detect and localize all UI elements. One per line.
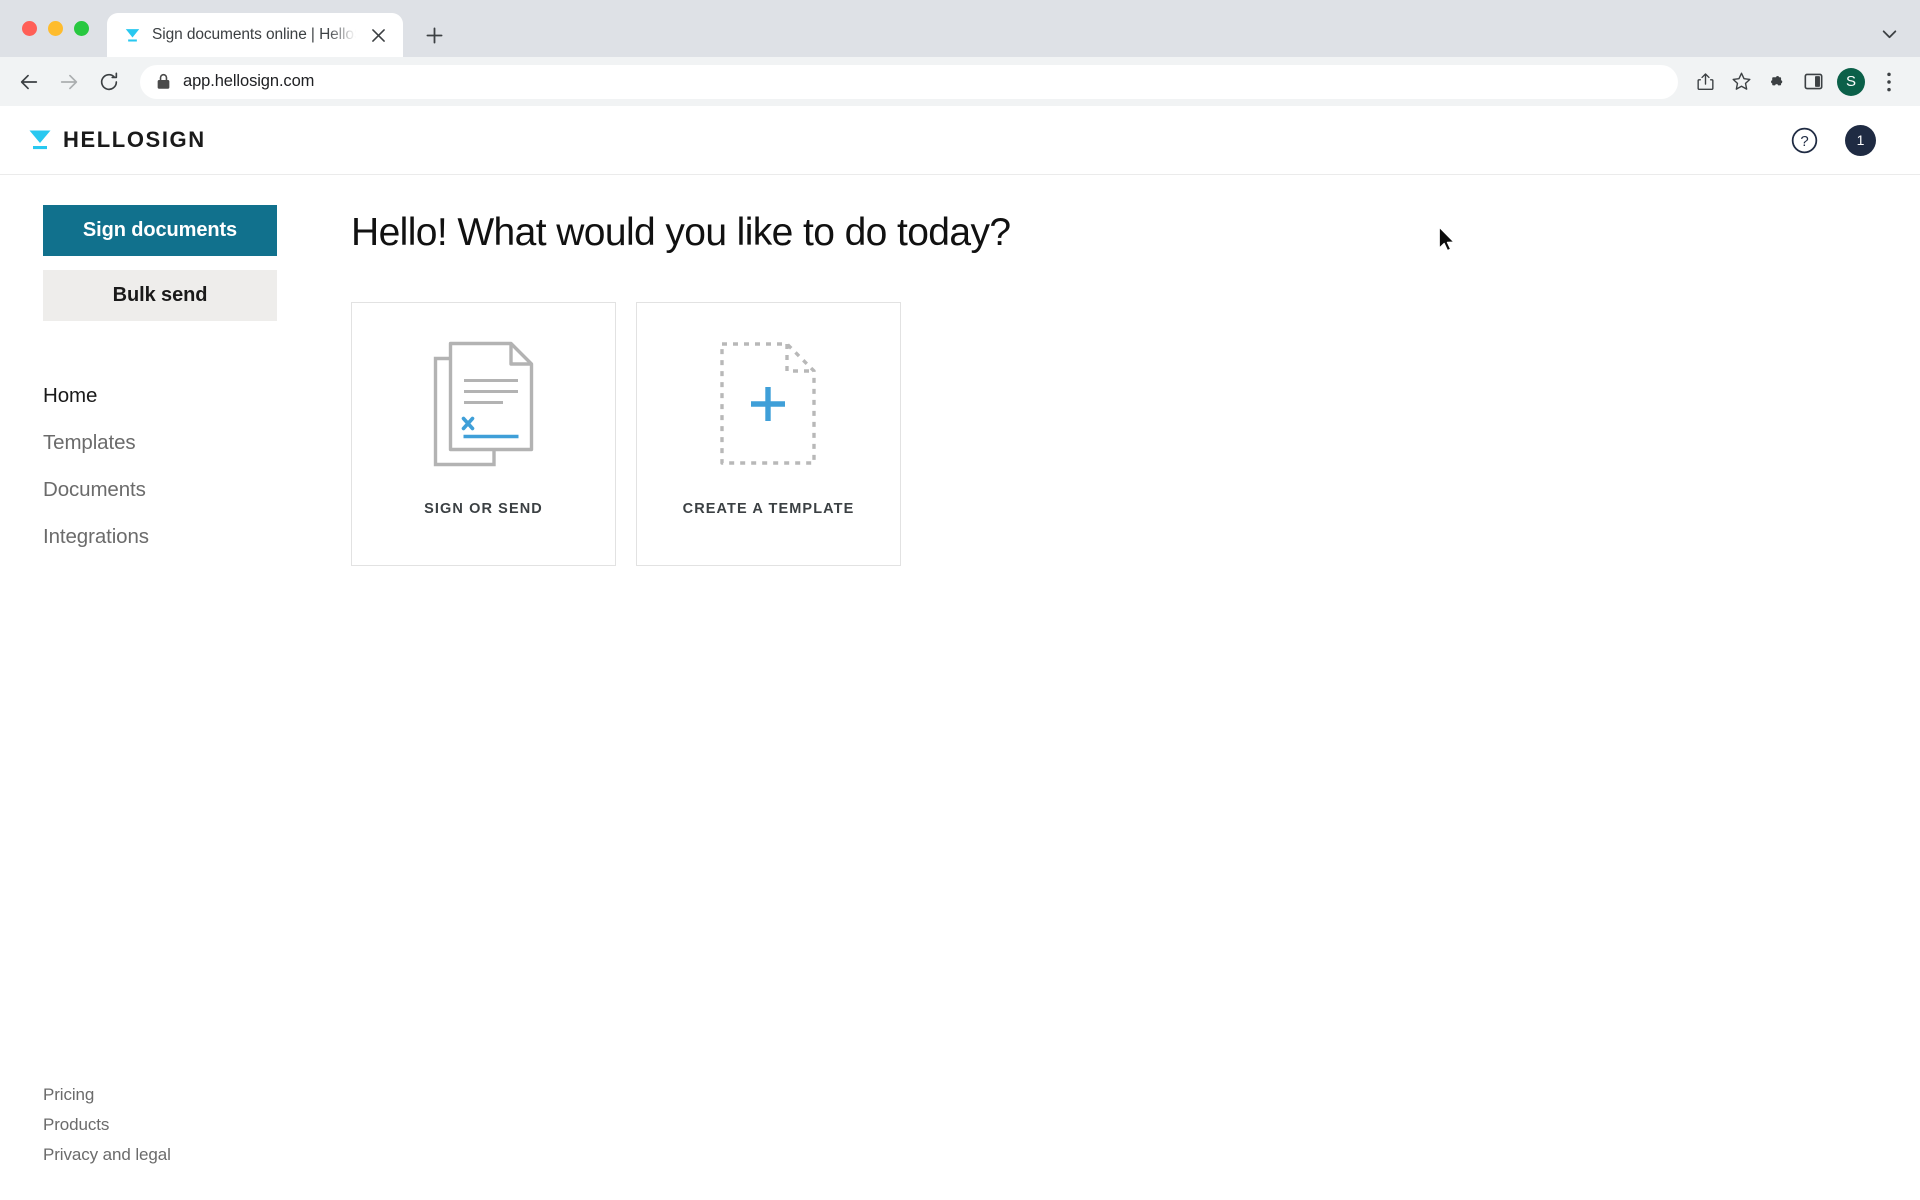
plus-icon (426, 27, 442, 43)
address-bar[interactable]: app.hellosign.com (140, 64, 1678, 99)
new-tab-button[interactable] (417, 18, 451, 52)
main-content: Hello! What would you like to do today? (290, 175, 1920, 1199)
brand-name: HELLOSIGN (63, 127, 206, 152)
bookmark-star-icon (1731, 72, 1751, 90)
tab-strip: Sign documents online | HelloS (0, 0, 1920, 57)
sidebar-footer: Pricing Products Privacy and legal (43, 1085, 171, 1165)
reload-icon (100, 71, 118, 90)
close-window-button[interactable] (22, 21, 37, 36)
browser-menu-button[interactable] (1872, 65, 1906, 99)
share-icon (1696, 73, 1714, 90)
action-cards: SIGN OR SEND CREATE A TEMPLATE (351, 302, 1920, 566)
tab-title: Sign documents online | HelloS (152, 26, 356, 43)
dashed-document-plus-icon (719, 341, 819, 467)
stacked-documents-signature-icon (432, 341, 536, 467)
maximize-window-button[interactable] (74, 21, 89, 36)
profile-avatar[interactable]: S (1837, 67, 1865, 96)
sign-or-send-label: SIGN OR SEND (424, 501, 543, 517)
three-dot-menu-icon (1887, 72, 1891, 91)
hellosign-triangle-icon (29, 130, 51, 150)
hellosign-logo[interactable]: HELLOSIGN (26, 127, 206, 153)
share-button[interactable] (1688, 65, 1722, 99)
arrow-right-icon (60, 74, 78, 89)
page-body: Sign documents Bulk send Home Templates … (0, 175, 1920, 1199)
arrow-left-icon (20, 74, 38, 89)
close-icon[interactable] (366, 23, 391, 48)
question-mark-circle-icon[interactable]: ? (1791, 127, 1818, 154)
page-title: Hello! What would you like to do today? (351, 211, 1011, 254)
reload-button[interactable] (90, 63, 128, 101)
footer-link-products[interactable]: Products (43, 1115, 171, 1135)
sidebar: Sign documents Bulk send Home Templates … (0, 175, 290, 1199)
sidebar-item-integrations[interactable]: Integrations (43, 514, 290, 561)
tab-search-button[interactable] (1874, 19, 1904, 49)
side-panel-icon (1804, 73, 1822, 90)
bulk-send-button[interactable]: Bulk send (43, 270, 277, 321)
svg-text:?: ? (1800, 133, 1808, 150)
extensions-puzzle-icon (1770, 75, 1783, 85)
footer-link-pricing[interactable]: Pricing (43, 1085, 171, 1105)
back-button[interactable] (10, 63, 48, 101)
extensions-button[interactable] (1760, 65, 1794, 99)
browser-toolbar: app.hellosign.com S (0, 57, 1920, 106)
footer-link-privacy-and-legal[interactable]: Privacy and legal (43, 1145, 171, 1165)
app-header-actions: ? 1 (1791, 124, 1876, 156)
url-text: app.hellosign.com (183, 72, 315, 90)
forward-button[interactable] (50, 63, 88, 101)
sign-or-send-card[interactable]: SIGN OR SEND (351, 302, 616, 566)
page-viewport: HELLOSIGN ? 1 Sign documents Bulk send H… (0, 106, 1920, 1200)
lock-icon (157, 73, 170, 89)
user-avatar-badge[interactable]: 1 (1845, 124, 1876, 156)
hellosign-logo-icon (125, 28, 140, 42)
create-a-template-card[interactable]: CREATE A TEMPLATE (636, 302, 901, 566)
app-header: HELLOSIGN ? 1 (0, 106, 1920, 175)
sidebar-item-documents[interactable]: Documents (43, 467, 290, 514)
sidebar-item-home[interactable]: Home (43, 373, 290, 420)
create-a-template-label: CREATE A TEMPLATE (682, 501, 855, 517)
browser-window: Sign documents online | HelloS app.hello… (0, 0, 1920, 1200)
window-traffic-lights (0, 0, 107, 57)
sidebar-item-templates[interactable]: Templates (43, 420, 290, 467)
chevron-down-icon (1882, 29, 1896, 38)
minimize-window-button[interactable] (48, 21, 63, 36)
side-panel-button[interactable] (1796, 65, 1830, 99)
browser-tab[interactable]: Sign documents online | HelloS (107, 13, 403, 57)
sidebar-nav: Home Templates Documents Integrations (43, 373, 290, 561)
bookmark-button[interactable] (1724, 65, 1758, 99)
sign-documents-button[interactable]: Sign documents (43, 205, 277, 256)
